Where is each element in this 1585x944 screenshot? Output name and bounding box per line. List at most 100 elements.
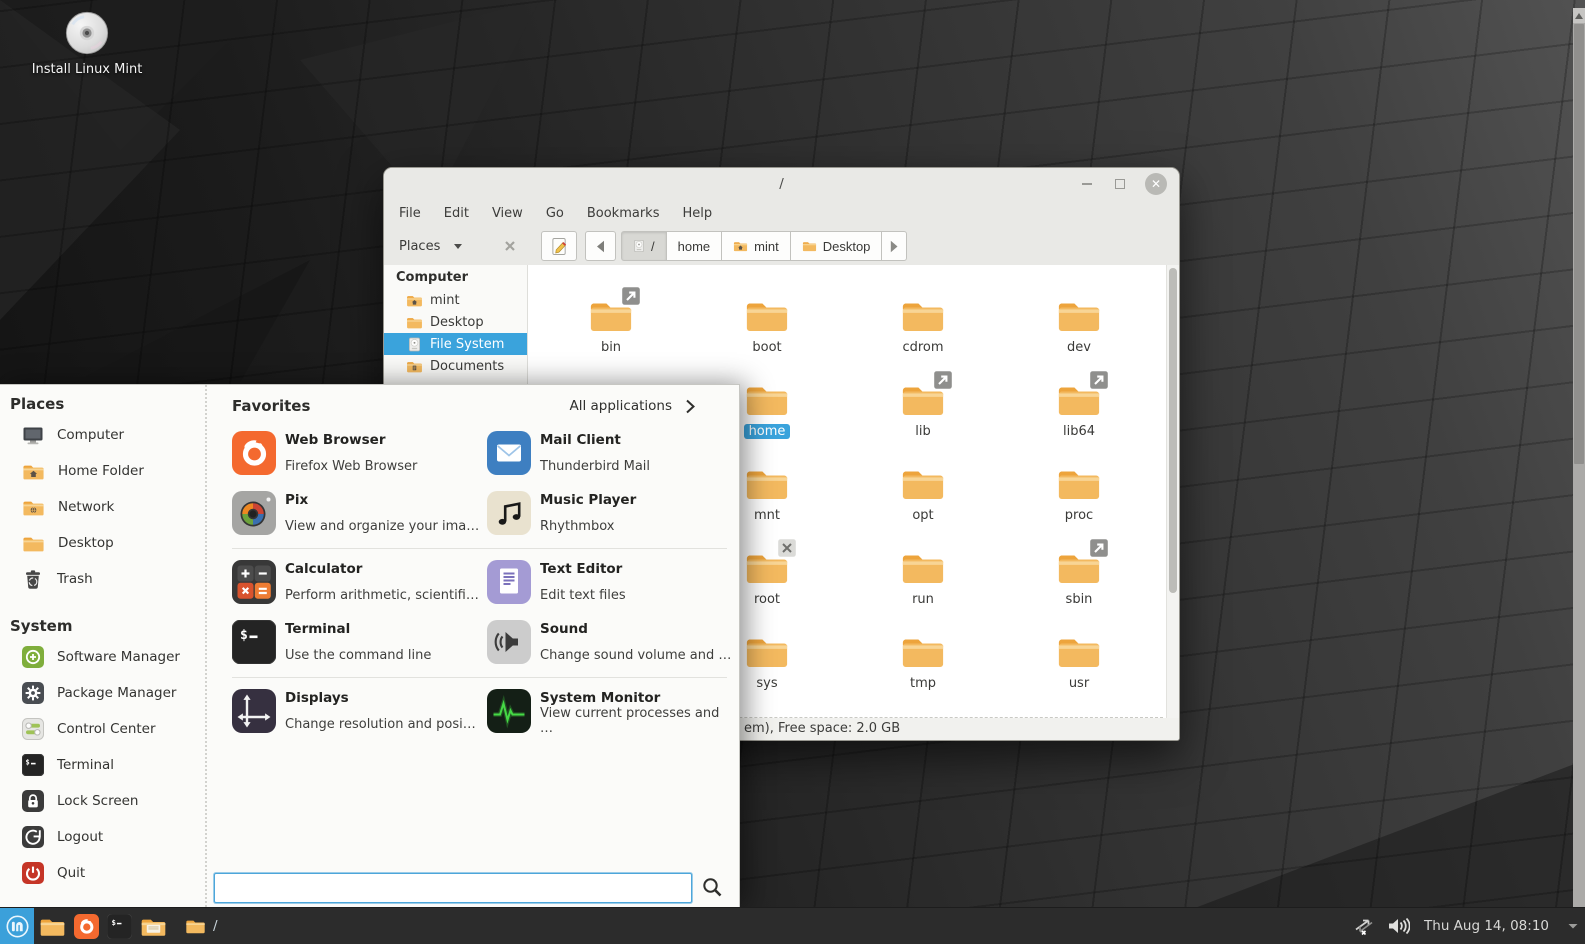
menu-app-mail-client[interactable]: Mail ClientThunderbird Mail [487,429,735,479]
titlebar[interactable]: / ✕ [384,168,1179,199]
menu-app-music-player[interactable]: Music PlayerRhythmbox [487,489,735,539]
menu-item-home-folder[interactable]: Home Folder [0,453,205,489]
menu-item-trash[interactable]: Trash [0,561,205,597]
file-lib[interactable]: lib [845,376,1001,460]
sidebar-item-file-system[interactable]: File System [384,333,527,355]
menu-button[interactable] [0,908,34,944]
file-lib64[interactable]: lib64 [1001,376,1157,460]
sidebar-item-desktop[interactable]: Desktop [384,311,527,333]
menu-app-pix[interactable]: PixView and organize your ima… [232,489,487,539]
breadcrumb-home[interactable]: home [666,231,723,261]
favorites-separator [232,548,727,549]
computer-icon [22,424,44,446]
close-sidebar-icon[interactable] [504,240,516,252]
close-button[interactable]: ✕ [1145,173,1167,195]
screen-edge-scrollbar[interactable] [1573,8,1585,907]
file-usr[interactable]: usr [1001,628,1157,712]
panel-caret-icon[interactable] [1567,921,1579,931]
scroll-up-button[interactable] [1573,8,1585,23]
content-scrollbar-thumb[interactable] [1169,268,1177,593]
sidebar-item-mint[interactable]: mint [384,289,527,311]
menu-app-web-browser[interactable]: Web BrowserFirefox Web Browser [232,429,487,479]
menu-app-terminal[interactable]: $TerminalUse the command line [232,618,487,668]
file-run[interactable]: run [845,544,1001,628]
menubar-item-go[interactable]: Go [544,204,566,223]
menu-item-logout[interactable]: Logout [0,819,205,855]
chevron-down-icon[interactable] [454,244,462,249]
menubar-item-file[interactable]: File [397,204,423,223]
menu-item-network[interactable]: Network [0,489,205,525]
search-input[interactable] [214,873,692,903]
folder-launcher[interactable] [39,915,66,938]
menu-item-desktop[interactable]: Desktop [0,525,205,561]
menu-item-label: Desktop [58,535,114,551]
firefox-launcher[interactable] [74,914,99,939]
menu-item-terminal[interactable]: $Terminal [0,747,205,783]
search-icon[interactable] [701,876,724,899]
file-proc[interactable]: proc [1001,460,1157,544]
menubar-item-edit[interactable]: Edit [442,204,471,223]
edit-path-button[interactable] [541,231,577,261]
file-opt[interactable]: opt [845,460,1001,544]
clock[interactable]: Thu Aug 14, 08:10 [1424,918,1549,934]
file-label: tmp [910,676,936,691]
terminal-launcher[interactable]: $ [107,914,132,939]
file-bin[interactable]: bin [533,292,689,376]
menubar-item-view[interactable]: View [490,204,525,223]
pix-icon [232,491,276,535]
window-list-item-root[interactable]: / [179,915,224,937]
breadcrumb-mint[interactable]: mint [721,231,791,261]
menu-item-quit[interactable]: Quit [0,855,205,891]
menu-item-control-center[interactable]: Control Center [0,711,205,747]
sound-icon [487,620,531,664]
app-subtitle: View and organize your ima… [285,519,479,534]
breadcrumb-desktop[interactable]: Desktop [790,231,883,261]
all-applications-label: All applications [569,398,672,414]
menubar-item-bookmarks[interactable]: Bookmarks [585,204,662,223]
all-applications-link[interactable]: All applications [569,398,721,414]
breadcrumb-forward-button[interactable] [881,231,907,261]
menu-app-text-editor[interactable]: Text EditorEdit text files [487,558,735,608]
arrow-right-icon [890,240,898,253]
menu-app-displays[interactable]: DisplaysChange resolution and posi… [232,687,487,737]
menu-item-package-manager[interactable]: Package Manager [0,675,205,711]
emblem-noread-icon [777,538,797,558]
menubar-item-help[interactable]: Help [680,204,714,223]
file-label: cdrom [902,340,943,355]
file-sbin[interactable]: sbin [1001,544,1157,628]
menu-item-software-manager[interactable]: Software Manager [0,639,205,675]
up-arrow-icon [1575,13,1583,19]
app-title: Calculator [285,561,479,577]
menu-app-calculator[interactable]: CalculatorPerform arithmetic, scientifi… [232,558,487,608]
folder-icon [1056,380,1102,420]
menu-item-label: Quit [57,865,85,881]
file-label: run [912,592,934,607]
trash-icon [22,568,44,590]
breadcrumb-root[interactable]: / [621,231,667,261]
file-label: dev [1067,340,1091,355]
scrollbar-thumb[interactable] [1574,24,1584,464]
desktop-icon-install-linux-mint[interactable]: Install Linux Mint [27,6,147,77]
menu-app-system-monitor[interactable]: System MonitorView current processes and… [487,687,735,737]
menu-item-lock-screen[interactable]: Lock Screen [0,783,205,819]
menu-item-label: Computer [57,427,124,443]
file-boot[interactable]: boot [689,292,845,376]
texteditor-icon [487,560,531,604]
minimize-button[interactable] [1079,176,1095,192]
app-title: Mail Client [540,432,650,448]
files-launcher[interactable] [140,915,167,938]
file-cdrom[interactable]: cdrom [845,292,1001,376]
maximize-button[interactable] [1112,176,1128,192]
folder-files-icon [140,915,167,938]
sidebar-item-documents[interactable]: Documents [384,355,527,377]
volume-icon[interactable] [1387,917,1410,935]
menu-app-sound[interactable]: SoundChange sound volume and … [487,618,735,668]
network-offline-icon[interactable] [1352,917,1377,936]
menu-item-computer[interactable]: Computer [0,417,205,453]
content-scrollbar[interactable] [1166,265,1179,718]
system-tray: Thu Aug 14, 08:10 [1352,917,1585,936]
file-tmp[interactable]: tmp [845,628,1001,712]
file-dev[interactable]: dev [1001,292,1157,376]
back-button[interactable] [585,231,616,261]
app-title: Sound [540,621,731,637]
